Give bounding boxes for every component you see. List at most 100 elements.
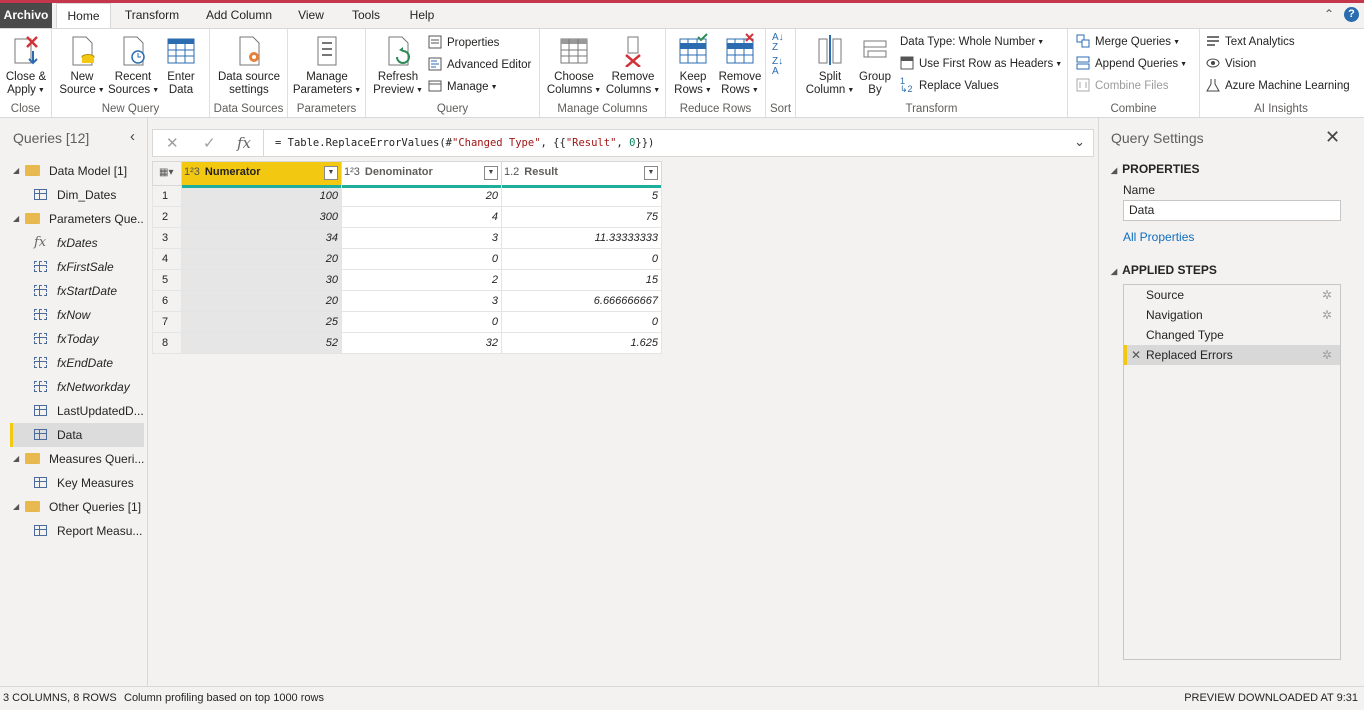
help-icon[interactable]: ? bbox=[1344, 7, 1359, 22]
query-item[interactable]: Report Measu... bbox=[10, 519, 144, 543]
row-number[interactable]: 3 bbox=[152, 227, 182, 249]
vision-button[interactable]: Vision bbox=[1206, 55, 1256, 73]
table-row[interactable]: 6 20 3 6.666666667 bbox=[152, 290, 662, 312]
column-filter-button[interactable]: ▼ bbox=[644, 166, 658, 180]
query-item[interactable]: Data bbox=[10, 423, 144, 447]
table-row[interactable]: 5 30 2 15 bbox=[152, 269, 662, 291]
table-cell[interactable]: 52 bbox=[181, 332, 342, 354]
properties-button[interactable]: Properties bbox=[428, 34, 499, 52]
properties-section-header[interactable]: ◢ PROPERTIES bbox=[1111, 162, 1200, 176]
refresh-preview-button[interactable]: Refresh Preview ▼ bbox=[370, 33, 426, 97]
table-cell[interactable]: 2 bbox=[341, 269, 502, 291]
advanced-editor-button[interactable]: Advanced Editor bbox=[428, 56, 531, 74]
row-number[interactable]: 2 bbox=[152, 206, 182, 228]
table-cell[interactable]: 25 bbox=[181, 311, 342, 333]
table-cell[interactable]: 1.625 bbox=[501, 332, 662, 354]
cancel-formula-icon[interactable]: ✕ bbox=[166, 134, 179, 152]
data-source-settings-button[interactable]: Data source settings bbox=[214, 33, 284, 97]
tab-add-column[interactable]: Add Column bbox=[200, 3, 278, 28]
commit-formula-icon[interactable]: ✓ bbox=[203, 134, 216, 152]
table-cell[interactable]: 75 bbox=[501, 206, 662, 228]
row-number[interactable]: 4 bbox=[152, 248, 182, 270]
query-item[interactable]: fxFirstSale bbox=[10, 255, 144, 279]
query-item[interactable]: fxNow bbox=[10, 303, 144, 327]
tab-transform[interactable]: Transform bbox=[118, 3, 186, 28]
expand-triangle-icon[interactable]: ◢ bbox=[13, 159, 19, 183]
table-cell[interactable]: 11.33333333 bbox=[501, 227, 662, 249]
query-item[interactable]: Key Measures bbox=[10, 471, 144, 495]
table-row[interactable]: 8 52 32 1.625 bbox=[152, 332, 662, 354]
enter-data-button[interactable]: Enter Data bbox=[160, 33, 202, 97]
applied-steps-header[interactable]: ◢ APPLIED STEPS bbox=[1111, 263, 1217, 277]
merge-queries-button[interactable]: Merge Queries ▼ bbox=[1076, 33, 1180, 51]
keep-rows-button[interactable]: Keep Rows ▼ bbox=[670, 33, 716, 97]
expand-triangle-icon[interactable]: ◢ bbox=[13, 207, 19, 231]
column-header-result[interactable]: 1.2 Result ▼ bbox=[501, 161, 662, 188]
close-settings-icon[interactable]: ✕ bbox=[1325, 127, 1340, 148]
query-item[interactable]: fxNetworkday bbox=[10, 375, 144, 399]
sort-descending-button[interactable]: Z↓ A bbox=[772, 57, 783, 77]
all-properties-link[interactable]: All Properties bbox=[1123, 230, 1194, 244]
table-cell[interactable]: 20 bbox=[341, 185, 502, 207]
file-tab[interactable]: Archivo bbox=[0, 3, 52, 28]
collapse-ribbon-icon[interactable]: ⌃ bbox=[1324, 7, 1334, 21]
row-number[interactable]: 6 bbox=[152, 290, 182, 312]
recent-sources-button[interactable]: Recent Sources ▼ bbox=[108, 33, 159, 97]
step-changed-type[interactable]: Changed Type bbox=[1124, 325, 1340, 345]
manage-button[interactable]: Manage ▼ bbox=[428, 78, 498, 96]
tab-help[interactable]: Help bbox=[402, 3, 442, 28]
tab-home[interactable]: Home bbox=[56, 3, 111, 29]
query-item[interactable]: fxStartDate bbox=[10, 279, 144, 303]
table-cell[interactable]: 3 bbox=[341, 290, 502, 312]
table-cell[interactable]: 6.666666667 bbox=[501, 290, 662, 312]
new-source-button[interactable]: New Source ▼ bbox=[58, 33, 106, 97]
query-group-folder[interactable]: ◢ Other Queries [1] bbox=[10, 495, 144, 519]
gear-icon[interactable]: ✲ bbox=[1322, 345, 1332, 365]
azure-ml-button[interactable]: Azure Machine Learning bbox=[1206, 77, 1350, 95]
table-cell[interactable]: 20 bbox=[181, 290, 342, 312]
query-item[interactable]: fxEndDate bbox=[10, 351, 144, 375]
gear-icon[interactable]: ✲ bbox=[1322, 285, 1332, 305]
column-header-denominator[interactable]: 1²3 Denominator ▼ bbox=[341, 161, 502, 188]
formula-text[interactable]: = Table.ReplaceErrorValues(#"Changed Typ… bbox=[275, 137, 654, 149]
table-row[interactable]: 7 25 0 0 bbox=[152, 311, 662, 333]
text-analytics-button[interactable]: Text Analytics bbox=[1206, 33, 1295, 51]
table-cell[interactable]: 32 bbox=[341, 332, 502, 354]
query-item[interactable]: LastUpdatedD... bbox=[10, 399, 144, 423]
table-cell[interactable]: 5 bbox=[501, 185, 662, 207]
group-by-button[interactable]: Group By bbox=[856, 33, 894, 97]
query-group-folder[interactable]: ◢ Data Model [1] bbox=[10, 159, 144, 183]
step-source[interactable]: Source ✲ bbox=[1124, 285, 1340, 305]
combine-files-button[interactable]: Combine Files bbox=[1076, 77, 1169, 95]
table-cell[interactable]: 300 bbox=[181, 206, 342, 228]
query-name-input[interactable]: Data bbox=[1123, 200, 1341, 221]
table-cell[interactable]: 0 bbox=[501, 311, 662, 333]
table-cell[interactable]: 30 bbox=[181, 269, 342, 291]
remove-rows-button[interactable]: Remove Rows ▼ bbox=[716, 33, 764, 97]
remove-columns-button[interactable]: Remove Columns ▼ bbox=[604, 33, 662, 97]
table-menu-corner[interactable]: ▦▾ bbox=[152, 161, 182, 186]
table-row[interactable]: 1 100 20 5 bbox=[152, 185, 662, 207]
fx-icon[interactable]: fx bbox=[237, 134, 251, 152]
row-number[interactable]: 8 bbox=[152, 332, 182, 354]
table-cell[interactable]: 4 bbox=[341, 206, 502, 228]
column-filter-button[interactable]: ▼ bbox=[484, 166, 498, 180]
expand-formula-icon[interactable]: ⌄ bbox=[1074, 134, 1085, 150]
query-item[interactable]: Dim_Dates bbox=[10, 183, 144, 207]
tab-tools[interactable]: Tools bbox=[346, 3, 386, 28]
gear-icon[interactable]: ✲ bbox=[1322, 305, 1332, 325]
table-cell[interactable]: 0 bbox=[501, 248, 662, 270]
manage-parameters-button[interactable]: Manage Parameters ▼ bbox=[292, 33, 362, 97]
table-cell[interactable]: 20 bbox=[181, 248, 342, 270]
collapse-panel-icon[interactable]: ‹ bbox=[130, 128, 135, 145]
status-profiling[interactable]: Column profiling based on top 1000 rows bbox=[124, 692, 324, 704]
column-filter-button[interactable]: ▼ bbox=[324, 166, 338, 180]
step-navigation[interactable]: Navigation ✲ bbox=[1124, 305, 1340, 325]
table-cell[interactable]: 3 bbox=[341, 227, 502, 249]
table-cell[interactable]: 15 bbox=[501, 269, 662, 291]
step-replaced-errors[interactable]: ✕ Replaced Errors ✲ bbox=[1124, 345, 1340, 365]
table-row[interactable]: 4 20 0 0 bbox=[152, 248, 662, 270]
use-first-row-headers-button[interactable]: Use First Row as Headers ▼ bbox=[900, 55, 1062, 73]
data-type-dropdown[interactable]: Data Type: Whole Number ▼ bbox=[900, 33, 1044, 51]
replace-values-button[interactable]: 1 ↳2 Replace Values bbox=[900, 77, 999, 95]
